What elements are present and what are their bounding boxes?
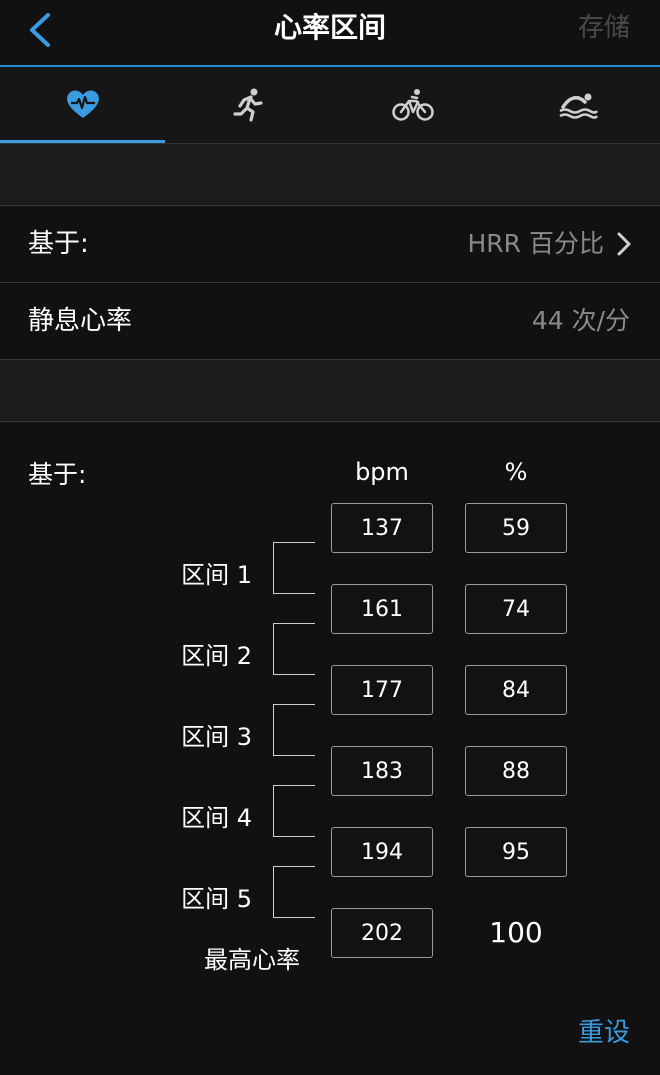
- max-hr-bpm-field[interactable]: 202: [331, 908, 433, 958]
- section-spacer: [0, 360, 660, 421]
- zone-bracket: [273, 704, 315, 756]
- chevron-right-icon: [617, 232, 631, 256]
- zone-bpm-field[interactable]: 194: [331, 827, 433, 877]
- zone-percent-field[interactable]: 84: [465, 665, 567, 715]
- zone-bracket: [273, 542, 315, 594]
- reset-button[interactable]: 重设: [578, 1012, 630, 1049]
- zone-bracket: [273, 866, 315, 918]
- zone-label: 区间 2: [181, 642, 252, 670]
- max-hr-label: 最高心率: [204, 946, 300, 974]
- percent-column-header: %: [504, 458, 528, 486]
- page-title: 心率区间: [273, 11, 386, 44]
- zone-bpm-field[interactable]: 161: [331, 584, 433, 634]
- zone-label: 区间 3: [181, 723, 252, 751]
- cycling-icon: [391, 89, 434, 121]
- zone-percent-field[interactable]: 88: [465, 746, 567, 796]
- heart-icon: [66, 90, 99, 118]
- tab-swimming[interactable]: [495, 67, 660, 143]
- based-on-value: HRR 百分比: [467, 229, 605, 258]
- bpm-column-header: bpm: [355, 458, 409, 486]
- zone-bpm-field[interactable]: 183: [331, 746, 433, 796]
- zone-label: 区间 1: [181, 561, 252, 589]
- resting-hr-row[interactable]: 静息心率 44 次/分: [0, 283, 660, 359]
- save-button[interactable]: 存储: [578, 0, 630, 56]
- zone-bpm-field[interactable]: 177: [331, 665, 433, 715]
- tab-cycling[interactable]: [330, 67, 495, 143]
- resting-hr-label: 静息心率: [28, 306, 133, 336]
- sport-tabs: [0, 67, 660, 144]
- zone-percent-field[interactable]: 59: [465, 503, 567, 553]
- zone-bracket: [273, 623, 315, 675]
- zone-percent-field[interactable]: 95: [465, 827, 567, 877]
- running-icon: [232, 88, 263, 122]
- swimming-icon: [558, 93, 598, 119]
- zone-label: 区间 4: [181, 804, 252, 832]
- zone-label: 区间 5: [181, 885, 252, 913]
- based-on-label: 基于:: [28, 229, 89, 259]
- zone-bpm-field[interactable]: 137: [331, 503, 433, 553]
- resting-hr-value: 44 次/分: [531, 306, 630, 335]
- zones-based-on-label: 基于:: [28, 460, 87, 489]
- section-spacer: [0, 144, 660, 205]
- tab-running[interactable]: [165, 67, 330, 143]
- based-on-row[interactable]: 基于: HRR 百分比: [0, 206, 660, 282]
- zone-bracket: [273, 785, 315, 837]
- max-hr-percent-value: 100: [489, 916, 543, 949]
- zone-percent-field[interactable]: 74: [465, 584, 567, 634]
- tab-heart-rate[interactable]: [0, 67, 165, 143]
